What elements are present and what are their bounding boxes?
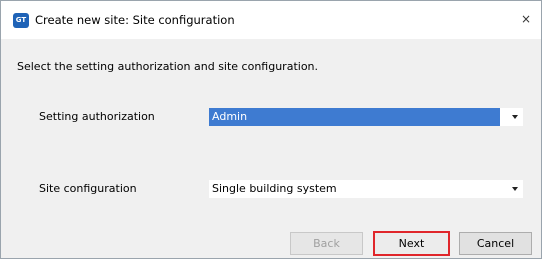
setting-authorization-value: Admin	[209, 108, 500, 126]
chevron-down-icon[interactable]	[512, 187, 518, 191]
setting-authorization-dropdown[interactable]: Admin	[209, 108, 523, 126]
window-title: Create new site: Site configuration	[35, 13, 235, 27]
back-button[interactable]: Back	[290, 232, 363, 255]
instruction-text: Select the setting authorization and sit…	[17, 60, 319, 73]
app-icon: GT	[13, 13, 29, 28]
close-icon[interactable]: ×	[511, 7, 541, 31]
setting-authorization-label: Setting authorization	[39, 110, 155, 123]
site-configuration-value: Single building system	[212, 182, 337, 195]
next-button[interactable]: Next	[373, 231, 450, 256]
site-configuration-label: Site configuration	[39, 182, 137, 195]
title-bar: GT Create new site: Site configuration ×	[1, 1, 541, 39]
cancel-button[interactable]: Cancel	[459, 232, 532, 255]
site-configuration-dropdown[interactable]: Single building system	[209, 180, 523, 198]
chevron-down-icon[interactable]	[512, 115, 518, 119]
dialog-window: GT Create new site: Site configuration ×…	[0, 0, 542, 259]
